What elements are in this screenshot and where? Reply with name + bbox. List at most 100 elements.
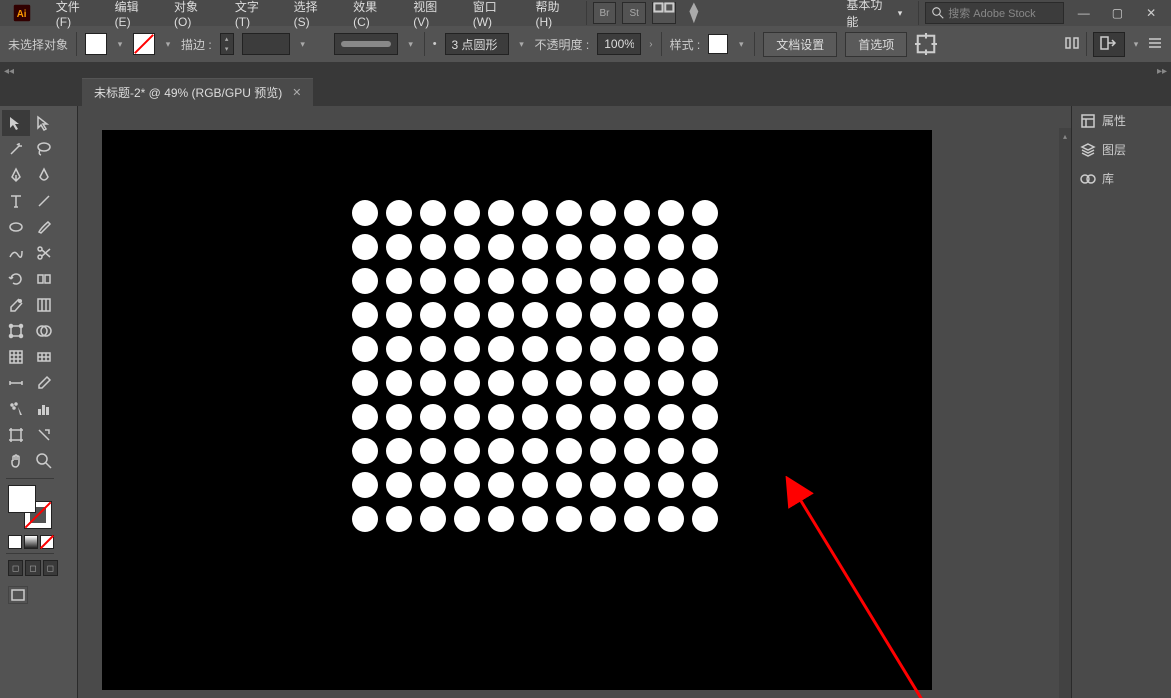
document-tab[interactable]: 未标题-2* @ 49% (RGB/GPU 预览) ✕ [82,78,313,106]
artwork-dot [556,506,582,532]
gradient-mode-icon[interactable] [24,535,38,549]
fill-stroke-control[interactable] [8,485,52,529]
selection-status: 未选择对象 [8,36,68,53]
draw-inside-icon[interactable]: ◻ [43,560,58,576]
artboard[interactable] [102,130,932,690]
ellipse-tool-icon[interactable] [2,214,30,240]
artwork-dot [692,506,718,532]
panel-layers[interactable]: 图层 [1072,135,1171,164]
document-setup-button[interactable]: 文档设置 [763,32,837,57]
scroll-up-icon[interactable]: ▴ [1061,132,1069,140]
gpu-rocket-icon[interactable] [682,2,706,24]
artboard-tool-icon[interactable] [2,422,30,448]
collapse-left-icon[interactable]: ◂◂ [0,66,14,77]
arrange-docs-icon[interactable] [652,2,676,24]
artwork-dot [556,234,582,260]
fill-swatch[interactable] [85,33,107,55]
hand-tool-icon[interactable] [2,448,30,474]
align-icon[interactable] [1064,35,1080,54]
vertical-scrollbar[interactable]: ▴ [1059,128,1071,698]
artwork-dot [590,472,616,498]
maximize-icon[interactable]: ▢ [1104,3,1132,23]
artwork-dot [352,370,378,396]
artwork-dot [692,200,718,226]
shaper-tool-icon[interactable] [2,240,30,266]
perspective-grid-tool-icon[interactable] [2,344,30,370]
eyedropper-tool-icon[interactable] [30,370,58,396]
menu-object[interactable]: 对象(O) [164,0,225,33]
snap-icon[interactable] [1093,32,1125,57]
scissors-tool-icon[interactable] [30,240,58,266]
fill-box[interactable] [8,485,36,513]
stroke-stepper[interactable]: ▴▾ [220,33,234,55]
artwork-dot [624,472,650,498]
artwork-dot [352,336,378,362]
menu-edit[interactable]: 编辑(E) [105,0,164,33]
preferences-button[interactable]: 首选项 [845,32,907,57]
style-dropdown-icon[interactable]: ▾ [736,39,746,50]
none-mode-icon[interactable] [40,535,54,549]
style-swatch[interactable] [708,34,728,54]
menu-window[interactable]: 窗口(W) [463,0,526,33]
paintbrush-tool-icon[interactable] [30,214,58,240]
symbol-sprayer-tool-icon[interactable] [2,396,30,422]
width-tool-icon[interactable] [30,292,58,318]
draw-behind-icon[interactable]: ◻ [25,560,40,576]
menu-file[interactable]: 文件(F) [46,0,105,33]
menu-effect[interactable]: 效果(C) [343,0,403,33]
menu-view[interactable]: 视图(V) [403,0,462,33]
brush-dropdown-icon[interactable]: ▾ [517,39,527,50]
snap-dropdown-icon[interactable]: ▾ [1131,39,1141,50]
artwork-dot [352,234,378,260]
rotate-tool-icon[interactable] [2,266,30,292]
artwork-dot [352,268,378,294]
column-graph-tool-icon[interactable] [30,396,58,422]
artwork-dot [692,472,718,498]
panel-properties[interactable]: 属性 [1072,106,1171,135]
minimize-icon[interactable]: — [1070,3,1098,23]
stroke-weight-dropdown-icon[interactable]: ▾ [298,39,308,50]
gradient-tool-icon[interactable] [2,370,30,396]
close-icon[interactable]: ✕ [1137,3,1165,23]
line-segment-tool-icon[interactable] [30,188,58,214]
screen-mode-icon[interactable] [8,586,28,604]
menu-type[interactable]: 文字(T) [225,0,284,33]
stroke-swatch[interactable] [133,33,155,55]
direct-selection-tool-icon[interactable] [30,110,58,136]
zoom-tool-icon[interactable] [30,448,58,474]
lasso-tool-icon[interactable] [30,136,58,162]
type-tool-icon[interactable] [2,188,30,214]
collapse-right-icon[interactable]: ▸▸ [1157,66,1171,77]
opacity-input[interactable] [597,33,641,55]
magic-wand-tool-icon[interactable] [2,136,30,162]
bridge-icon[interactable]: Br [593,2,617,24]
shape-builder-tool-icon[interactable] [30,318,58,344]
search-stock-input[interactable]: 搜索 Adobe Stock [925,2,1064,24]
reflect-tool-icon[interactable] [30,266,58,292]
stroke-weight-input[interactable] [242,33,290,55]
artwork-dot [658,336,684,362]
color-mode-icon[interactable] [8,535,22,549]
transform-icon[interactable] [915,33,937,55]
stroke-dropdown-icon[interactable]: ▾ [163,39,173,50]
panel-libraries[interactable]: 库 [1072,164,1171,193]
stroke-profile[interactable] [334,33,398,55]
panel-menu-icon[interactable] [1147,35,1163,54]
canvas-area[interactable]: ▴ [78,106,1071,698]
slice-tool-icon[interactable] [30,422,58,448]
fill-dropdown-icon[interactable]: ▾ [115,39,125,50]
brush-def-input[interactable] [445,33,509,55]
scale-tool-icon[interactable] [2,292,30,318]
menu-select[interactable]: 选择(S) [284,0,343,33]
menu-help[interactable]: 帮助(H) [525,0,585,33]
tab-close-icon[interactable]: ✕ [292,86,301,99]
curvature-tool-icon[interactable] [30,162,58,188]
free-transform-tool-icon[interactable] [2,318,30,344]
stroke-profile-dropdown-icon[interactable]: ▾ [406,39,416,50]
mesh-tool-icon[interactable] [30,344,58,370]
stock-icon[interactable]: St [622,2,646,24]
draw-normal-icon[interactable]: ◻ [8,560,23,576]
workspace-switcher[interactable]: 基本功能 ▾ [836,0,912,32]
pen-tool-icon[interactable] [2,162,30,188]
selection-tool-icon[interactable] [2,110,30,136]
